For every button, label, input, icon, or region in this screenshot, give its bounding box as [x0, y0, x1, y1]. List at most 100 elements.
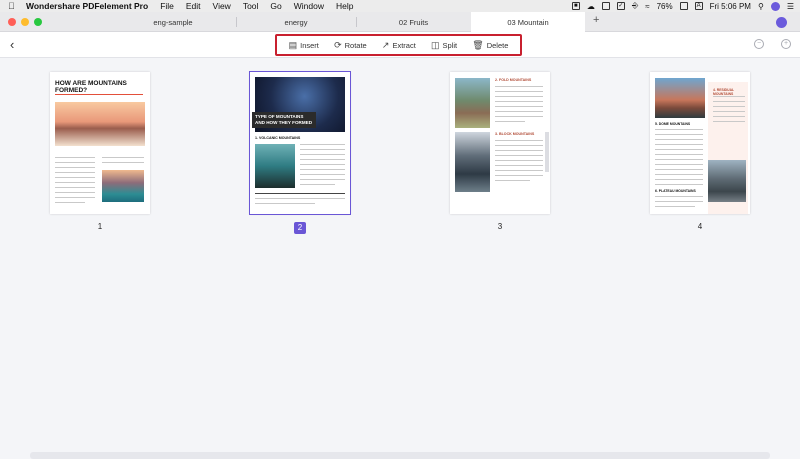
page-4-subheading-3: 6. PLATEAU MOUNTAINS [655, 189, 696, 193]
extract-label: Extract [392, 40, 416, 50]
tab-02-fruits[interactable]: 02 Fruits [356, 12, 471, 32]
delete-button[interactable]: 🗑 Delete [472, 40, 508, 51]
page-3-text-line [495, 111, 543, 112]
page-2-text-line [300, 149, 345, 150]
page-3-text-line [495, 96, 543, 97]
insert-button[interactable]: ▤ Insert [289, 40, 319, 51]
menubar-clock[interactable]: Fri 5:06 PM [710, 2, 751, 11]
window-minimize-button[interactable] [21, 18, 29, 26]
page-4-text-line [655, 169, 703, 170]
page-thumbnail-2[interactable]: TYPE OF MOUNTAINS AND HOW THEY FORMED 1.… [249, 71, 351, 215]
menu-view[interactable]: View [213, 1, 231, 11]
trash-icon: 🗑 [472, 39, 484, 50]
page-4-rock-photo [708, 160, 746, 202]
battery-percent[interactable]: 76% [657, 2, 673, 11]
menu-help[interactable]: Help [336, 1, 353, 11]
shield-icon[interactable]: ✓ [616, 2, 625, 10]
chevron-left-icon[interactable]: ‹ [10, 37, 14, 52]
split-button[interactable]: ◫ Split [431, 40, 457, 51]
extract-icon: ↗ [381, 39, 390, 50]
bluetooth-icon[interactable]: ⎆ [632, 1, 638, 11]
page-4-text-line [655, 201, 703, 202]
page-4-text-line [655, 159, 703, 160]
page-toolbar: ‹ ▤ Insert ⟳ Rotate ↗ Extract ◫ Split 🗑 … [0, 32, 800, 58]
page-1-text-line [55, 157, 95, 158]
new-tab-button[interactable]: + [593, 14, 599, 26]
tab-03-mountain[interactable]: 03 Mountain [471, 12, 585, 32]
menu-file[interactable]: File [160, 1, 174, 11]
window-close-button[interactable] [8, 18, 16, 26]
page-3-scroll-indicator [545, 132, 549, 172]
page-4-text-line [655, 139, 703, 140]
window-zoom-button[interactable] [34, 18, 42, 26]
menu-edit[interactable]: Edit [186, 1, 201, 11]
menubar-status-area: ■ ☁ ✓ ⎆ ≈ 76% A Fri 5:06 PM ⚲ ☰ [571, 0, 794, 12]
page-3-text-line [495, 140, 543, 141]
page-thumbnail-4[interactable]: 4. RESIDUAL MOUNTAINS 5. DOME MOUNTAINS … [650, 72, 750, 214]
page-thumbnail-3[interactable]: 2. FOLD MOUNTAINS 3. BLOCK MOUNTAINS [450, 72, 550, 214]
horizontal-scrollbar[interactable] [30, 452, 770, 459]
page-3-subheading-2: 3. BLOCK MOUNTAINS [495, 132, 535, 136]
page-4-text-line [655, 206, 695, 207]
page-3-subheading: 2. FOLD MOUNTAINS [495, 78, 532, 82]
page-1-mountain-photo [55, 102, 145, 146]
page-4-text-line [655, 134, 703, 135]
account-avatar-icon[interactable] [776, 17, 787, 28]
page-4-text-line [655, 149, 703, 150]
rotate-button[interactable]: ⟳ Rotate [334, 40, 367, 51]
page-4-text-line [713, 121, 745, 122]
page-2-text-line [255, 198, 345, 199]
page-number-3[interactable]: 3 [490, 222, 510, 231]
page-2-text-line [300, 159, 345, 160]
page-number-2[interactable]: 2 [294, 222, 306, 234]
page-3-text-line [495, 160, 543, 161]
page-tools-group: ▤ Insert ⟳ Rotate ↗ Extract ◫ Split 🗑 De… [275, 34, 522, 56]
page-1-text-line [55, 197, 95, 198]
insert-label: Insert [300, 40, 319, 50]
app-name-menu[interactable]: Wondershare PDFelement Pro [26, 1, 148, 11]
page-1-lake-photo [102, 170, 144, 202]
zoom-out-button[interactable]: − [754, 39, 764, 49]
page-4-subheading-2: 5. DOME MOUNTAINS [655, 122, 691, 126]
apple-logo-icon[interactable]:  [8, 1, 20, 11]
split-icon: ◫ [430, 39, 440, 50]
page-1-text-line [55, 192, 95, 193]
page-4-text-line [655, 179, 703, 180]
battery-icon[interactable] [679, 2, 688, 10]
page-2-volcano-photo [255, 144, 295, 188]
cloud-icon[interactable]: ☁ [587, 2, 595, 11]
input-source-icon[interactable]: A [694, 2, 703, 10]
page-4-text-line [655, 144, 703, 145]
control-center-icon[interactable]: ☰ [787, 2, 794, 11]
page-2-text-line [300, 144, 345, 145]
extract-button[interactable]: ↗ Extract [382, 40, 416, 51]
insert-page-icon: ▤ [288, 39, 298, 50]
page-thumbnail-1[interactable]: HOW ARE MOUNTAINS FORMED? [50, 72, 150, 214]
page-3-text-line [495, 101, 543, 102]
window-controls [8, 18, 42, 26]
tab-energy[interactable]: energy [236, 12, 356, 32]
page-4-subheading: 4. RESIDUAL MOUNTAINS [713, 88, 735, 96]
page-4-text-line [655, 164, 703, 165]
user-avatar-icon[interactable] [770, 1, 780, 11]
page-3-valley-photo [455, 78, 490, 128]
page-number-1[interactable]: 1 [90, 222, 110, 231]
menu-tool[interactable]: Tool [243, 1, 259, 11]
page-number-4[interactable]: 4 [690, 222, 710, 231]
menu-window[interactable]: Window [294, 1, 324, 11]
page-3-text-line [495, 91, 543, 92]
page-1-text-line [55, 162, 95, 163]
menu-go[interactable]: Go [270, 1, 281, 11]
wifi-icon[interactable]: ≈ [645, 2, 649, 11]
display-icon[interactable] [601, 2, 610, 10]
tab-eng-sample[interactable]: eng-sample [110, 12, 236, 32]
page-2-text-line [300, 169, 345, 170]
page-4-text-line [655, 154, 703, 155]
delete-label: Delete [486, 40, 509, 50]
page-3-text-line [495, 180, 530, 181]
search-icon[interactable]: ⚲ [758, 2, 764, 11]
page-1-heading: HOW ARE MOUNTAINS FORMED? [55, 80, 127, 94]
zoom-in-button[interactable]: + [781, 39, 791, 49]
app-status-icon[interactable]: ■ [571, 2, 580, 10]
split-label: Split [442, 40, 458, 50]
